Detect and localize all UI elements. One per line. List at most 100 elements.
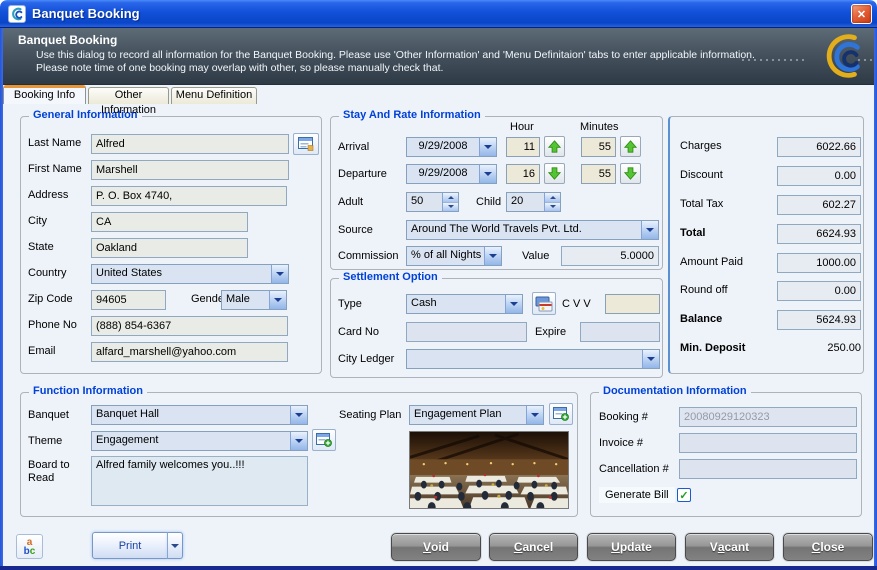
app-logo-icon	[8, 5, 26, 23]
gender-value: Male	[222, 291, 269, 309]
total-label: Total	[680, 227, 705, 239]
chevron-down-icon[interactable]	[290, 432, 307, 450]
settlement-option-title: Settlement Option	[339, 271, 442, 283]
country-value: United States	[92, 265, 271, 283]
commission-type-select[interactable]: % of all Nights	[406, 246, 502, 266]
hour-header: Hour	[510, 121, 534, 133]
vacant-button[interactable]: Vacant	[685, 533, 774, 561]
child-stepper[interactable]: 20	[506, 192, 561, 212]
chevron-down-icon[interactable]	[479, 138, 496, 156]
arrival-date-select[interactable]: 9/29/2008	[406, 137, 497, 157]
void-button[interactable]: Void	[391, 533, 481, 561]
card-no-label: Card No	[338, 326, 379, 338]
city-ledger-select[interactable]	[406, 349, 660, 369]
banquet-select[interactable]: Banquet Hall	[91, 405, 308, 425]
source-select[interactable]: Around The World Travels Pvt. Ltd.	[406, 220, 659, 240]
commission-label: Commission	[338, 250, 399, 262]
expire-field[interactable]	[580, 322, 660, 342]
spell-check-icon[interactable]: a bc	[16, 534, 43, 559]
close-button[interactable]: Close	[783, 533, 873, 561]
tab-booking-info[interactable]: Booking Info	[3, 85, 86, 104]
spin-down-icon[interactable]	[443, 202, 458, 212]
guest-lookup-icon[interactable]	[293, 133, 319, 155]
chevron-down-icon[interactable]	[484, 247, 501, 265]
last-name-field[interactable]	[91, 134, 289, 154]
phone-no-label: Phone No	[28, 319, 77, 331]
generate-bill-checkbox[interactable]: ✓	[677, 488, 691, 502]
arrival-minutes-field[interactable]	[581, 137, 616, 157]
gender-select[interactable]: Male	[221, 290, 287, 310]
type-label: Type	[338, 298, 362, 310]
cvv-field[interactable]	[605, 294, 660, 314]
commission-type-value: % of all Nights	[407, 247, 484, 265]
spinner-buttons	[544, 193, 560, 211]
payment-type-select[interactable]: Cash	[406, 294, 523, 314]
arrival-hour-up-icon[interactable]	[544, 136, 565, 157]
source-label: Source	[338, 224, 373, 236]
email-field[interactable]	[91, 342, 288, 362]
print-button[interactable]: Print	[92, 532, 168, 559]
phone-no-field[interactable]	[91, 316, 288, 336]
chevron-down-icon[interactable]	[479, 165, 496, 183]
update-button[interactable]: Update	[587, 533, 676, 561]
title-bar[interactable]: Banquet Booking ✕	[0, 0, 877, 28]
departure-date-select[interactable]: 9/29/2008	[406, 164, 497, 184]
theme-value: Engagement	[92, 432, 290, 450]
discount-field[interactable]	[777, 166, 861, 186]
add-seating-plan-icon[interactable]	[549, 403, 573, 425]
round-off-field[interactable]	[777, 281, 861, 301]
total-tax-field[interactable]	[777, 195, 861, 215]
function-information-group: Function Information Banquet Banquet Hal…	[20, 392, 578, 517]
chevron-down-icon[interactable]	[505, 295, 522, 313]
chevron-down-icon[interactable]	[642, 350, 659, 368]
add-theme-icon[interactable]	[312, 429, 336, 451]
print-dropdown-icon[interactable]	[168, 532, 183, 559]
arrival-hour-field[interactable]	[506, 137, 540, 157]
card-no-field[interactable]	[406, 322, 527, 342]
theme-select[interactable]: Engagement	[91, 431, 308, 451]
spin-up-icon[interactable]	[545, 193, 560, 202]
chevron-down-icon[interactable]	[271, 265, 288, 283]
chevron-down-icon[interactable]	[269, 291, 286, 309]
arrival-minutes-up-icon[interactable]	[620, 136, 641, 157]
address-field[interactable]	[91, 186, 287, 206]
country-select[interactable]: United States	[91, 264, 289, 284]
chevron-down-icon[interactable]	[290, 406, 307, 424]
invoice-no-field[interactable]	[679, 433, 857, 453]
total-field[interactable]	[777, 224, 861, 244]
departure-hour-down-icon[interactable]	[544, 163, 565, 184]
tab-menu-definition[interactable]: Menu Definition	[171, 87, 257, 104]
spin-down-icon[interactable]	[545, 202, 560, 212]
spin-up-icon[interactable]	[443, 193, 458, 202]
amount-paid-field[interactable]	[777, 253, 861, 273]
cancellation-no-field[interactable]	[679, 459, 857, 479]
credit-card-icon[interactable]	[532, 292, 556, 315]
banquet-booking-dialog: Banquet Booking ✕ Banquet Booking Use th…	[0, 0, 877, 570]
payment-type-value: Cash	[407, 295, 505, 313]
invoice-no-label: Invoice #	[599, 437, 643, 449]
expire-label: Expire	[535, 326, 566, 338]
charges-field[interactable]	[777, 137, 861, 157]
board-to-read-field[interactable]: Alfred family welcomes you..!!!	[91, 456, 308, 506]
seating-plan-select[interactable]: Engagement Plan	[409, 405, 544, 425]
tab-other-information[interactable]: Other Information	[88, 87, 169, 104]
zip-code-field[interactable]	[91, 290, 166, 310]
commission-value-field[interactable]	[561, 246, 659, 266]
close-icon[interactable]: ✕	[851, 4, 872, 24]
first-name-field[interactable]	[91, 160, 289, 180]
city-field[interactable]	[91, 212, 248, 232]
state-field[interactable]	[91, 238, 248, 258]
header-description-line2: Please note time of one booking may over…	[36, 62, 443, 74]
stay-and-rate-title: Stay And Rate Information	[339, 109, 485, 121]
last-name-label: Last Name	[28, 137, 81, 149]
chevron-down-icon[interactable]	[526, 406, 543, 424]
adult-stepper[interactable]: 50	[406, 192, 459, 212]
chevron-down-icon[interactable]	[641, 221, 658, 239]
departure-minutes-down-icon[interactable]	[620, 163, 641, 184]
balance-field[interactable]	[777, 310, 861, 330]
cancel-button[interactable]: Cancel	[489, 533, 578, 561]
adult-label: Adult	[338, 196, 363, 208]
departure-hour-field[interactable]	[506, 164, 540, 184]
window-title: Banquet Booking	[32, 6, 140, 21]
departure-minutes-field[interactable]	[581, 164, 616, 184]
